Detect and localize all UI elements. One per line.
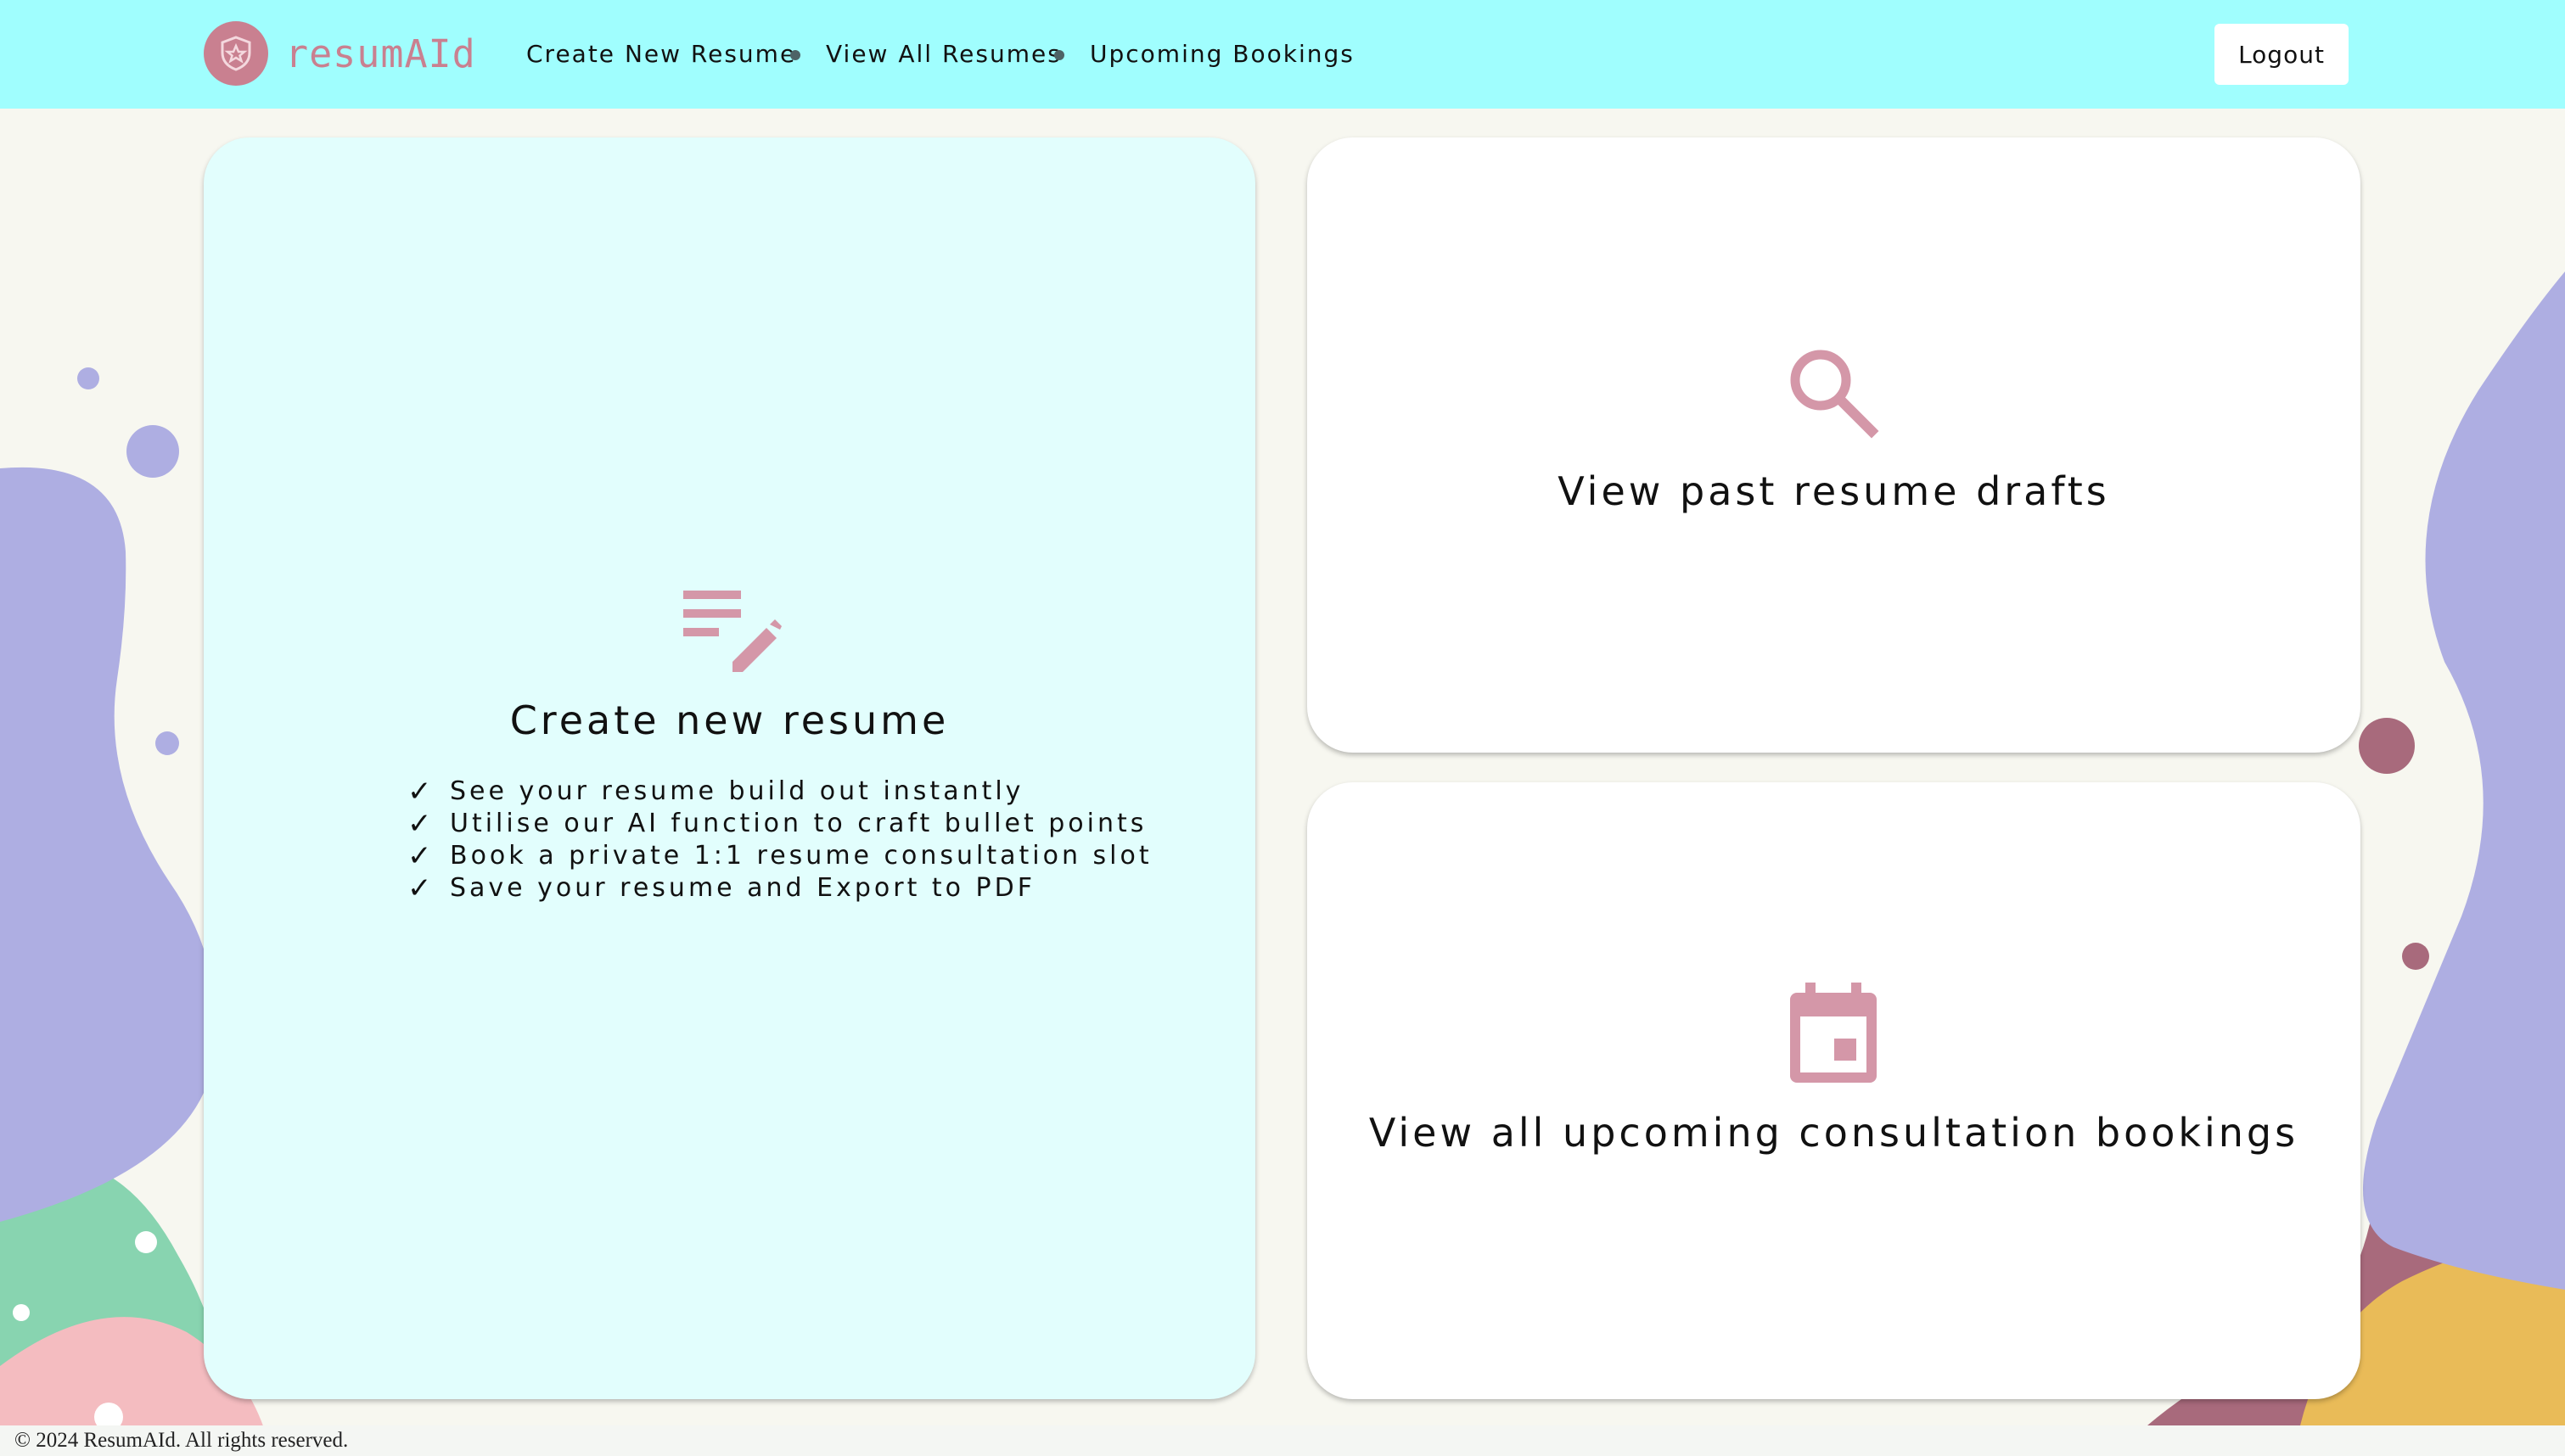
decor-dot bbox=[2402, 943, 2429, 970]
feature-list: ✓ See your resume build out instantly ✓ Ut… bbox=[407, 776, 1153, 904]
decor-dot bbox=[135, 1231, 157, 1253]
view-drafts-title: View past resume drafts bbox=[1558, 468, 2110, 514]
edit-list-icon bbox=[683, 591, 782, 672]
checkmark-icon: ✓ bbox=[407, 839, 432, 873]
feature-item: ✓ Book a private 1:1 resume consultation … bbox=[407, 839, 1153, 873]
search-icon bbox=[1790, 350, 1879, 439]
feature-item: ✓ Save your resume and Export to PDF bbox=[407, 871, 1036, 905]
decor-dot bbox=[2359, 718, 2415, 774]
checkmark-icon: ✓ bbox=[407, 807, 432, 841]
nav-separator-dot bbox=[1054, 50, 1064, 60]
nav-link-create-new-resume[interactable]: Create New Resume bbox=[526, 37, 796, 71]
checkmark-icon: ✓ bbox=[407, 775, 432, 809]
decor-dot bbox=[155, 731, 179, 755]
feature-item: ✓ See your resume build out instantly bbox=[407, 775, 1024, 809]
calendar-icon bbox=[1790, 983, 1877, 1083]
view-drafts-card[interactable]: View past resume drafts bbox=[1307, 137, 2360, 753]
nav-separator-dot bbox=[790, 50, 800, 60]
left-purple-blob bbox=[0, 467, 216, 1222]
decor-dot bbox=[13, 1304, 30, 1321]
logo-shield-icon[interactable] bbox=[204, 21, 268, 86]
footer: © 2024 ResumAId. All rights reserved. bbox=[0, 1425, 2565, 1456]
right-purple-blob bbox=[2363, 272, 2565, 1290]
brand-name[interactable]: resumAId bbox=[285, 31, 476, 78]
view-bookings-title: View all upcoming consultation bookings bbox=[1368, 1110, 2299, 1156]
create-resume-title: Create new resume bbox=[509, 697, 950, 743]
copyright-text: © 2024 ResumAId. All rights reserved. bbox=[14, 1429, 349, 1452]
feature-item: ✓ Utilise our AI function to craft bullet… bbox=[407, 807, 1148, 841]
top-navbar: resumAId Create New Resume View All Resu… bbox=[0, 0, 2565, 109]
view-bookings-card[interactable]: View all upcoming consultation bookings bbox=[1307, 782, 2360, 1399]
decor-dot bbox=[126, 425, 179, 478]
checkmark-icon: ✓ bbox=[407, 871, 432, 905]
decor-dot bbox=[77, 367, 99, 389]
logout-button[interactable]: Logout bbox=[2214, 24, 2349, 85]
create-resume-card[interactable]: Create new resume ✓ See your resume build… bbox=[204, 137, 1255, 1399]
nav-link-view-all-resumes[interactable]: View All Resumes bbox=[826, 37, 1062, 71]
nav-link-upcoming-bookings[interactable]: Upcoming Bookings bbox=[1090, 37, 1355, 71]
